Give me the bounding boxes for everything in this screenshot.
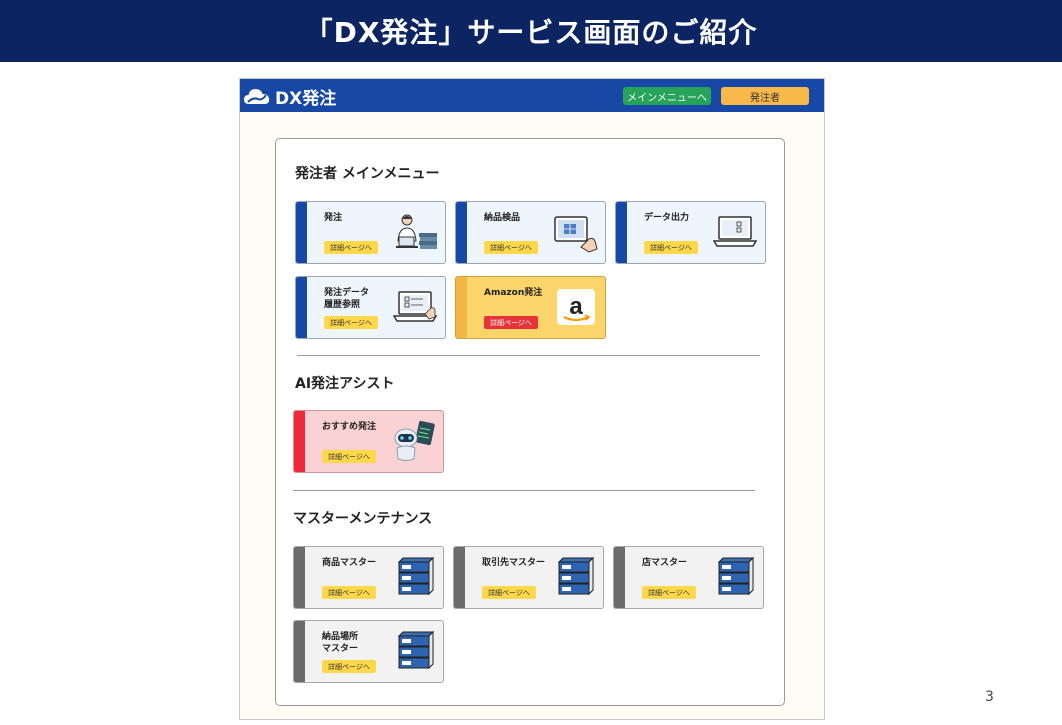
card-accent-bar	[614, 547, 625, 608]
slide-header: 「DX発注」サービス画面のご紹介	[0, 0, 1062, 62]
menu-card-supplier-master[interactable]: 取引先マスター 詳細ページへ	[453, 546, 604, 609]
section-heading-master-maintenance: マスターメンテナンス	[293, 511, 433, 527]
card-accent-bar	[294, 411, 305, 472]
card-title: 店マスター	[642, 558, 688, 568]
section-heading-ai-assist: AI発注アシスト	[295, 376, 395, 392]
card-title: Amazon発注	[484, 288, 543, 298]
page-number: 3	[985, 689, 994, 705]
card-title: 取引先マスター	[482, 558, 546, 568]
app-topbar: DX発注 メインメニューへ 発注者	[240, 79, 824, 112]
detail-button[interactable]: 詳細ページへ	[484, 316, 538, 329]
server-icon	[397, 630, 435, 670]
card-accent-bar	[456, 202, 467, 263]
amazon-logo-icon: a	[557, 289, 595, 325]
menu-card-order[interactable]: 発注 詳細ページへ	[295, 201, 446, 264]
detail-button[interactable]: 詳細ページへ	[322, 450, 376, 463]
cloud-logo-icon	[244, 89, 270, 104]
server-icon	[557, 556, 595, 596]
main-menu-button[interactable]: メインメニューへ	[623, 87, 711, 105]
card-accent-bar	[294, 621, 305, 682]
card-accent-bar	[296, 202, 307, 263]
menu-card-store-master[interactable]: 店マスター 詳細ページへ	[613, 546, 764, 609]
laptop-history-icon	[393, 291, 438, 322]
card-accent-bar	[296, 277, 307, 338]
detail-button[interactable]: 詳細ページへ	[324, 241, 378, 254]
server-icon	[397, 556, 435, 596]
laptop-export-icon	[713, 216, 758, 247]
detail-button[interactable]: 詳細ページへ	[324, 316, 378, 329]
detail-button[interactable]: 詳細ページへ	[482, 586, 536, 599]
tablet-inspection-icon	[554, 216, 598, 253]
card-title: 納品検品	[484, 213, 521, 223]
menu-card-order-history[interactable]: 発注データ 履歴参照 詳細ページへ	[295, 276, 446, 339]
server-icon	[717, 556, 755, 596]
card-accent-bar	[454, 547, 465, 608]
svg-text:a: a	[569, 293, 583, 320]
detail-button[interactable]: 詳細ページへ	[322, 586, 376, 599]
menu-card-amazon-order[interactable]: Amazon発注 詳細ページへ a	[455, 276, 606, 339]
robot-icon	[394, 420, 435, 461]
brand-name: DX発注	[275, 89, 337, 109]
card-title: 発注データ 履歴参照	[324, 288, 370, 310]
menu-card-product-master[interactable]: 商品マスター 詳細ページへ	[293, 546, 444, 609]
section-heading-orderer-menu: 発注者 メインメニュー	[295, 166, 440, 182]
detail-button[interactable]: 詳細ページへ	[644, 241, 698, 254]
card-accent-bar	[456, 277, 467, 338]
menu-card-delivery-location-master[interactable]: 納品場所 マスター 詳細ページへ	[293, 620, 444, 683]
card-accent-bar	[616, 202, 627, 263]
menu-card-recommended-order[interactable]: おすすめ発注 詳細ページへ	[293, 410, 444, 473]
card-title: データ出力	[644, 213, 690, 223]
slide-title: 「DX発注」サービス画面のご紹介	[304, 16, 758, 49]
section-divider	[293, 490, 755, 491]
card-title: 商品マスター	[322, 558, 377, 568]
app-window: DX発注 メインメニューへ 発注者 発注者 メインメニュー 発注 詳細ページへ	[239, 78, 825, 720]
orderer-button[interactable]: 発注者	[721, 87, 809, 105]
detail-button[interactable]: 詳細ページへ	[322, 660, 376, 673]
card-accent-bar	[294, 547, 305, 608]
card-title: 発注	[324, 213, 343, 223]
person-at-laptop-icon	[396, 214, 437, 249]
card-title: おすすめ発注	[322, 422, 377, 432]
card-title: 納品場所 マスター	[322, 632, 359, 654]
main-panel: 発注者 メインメニュー 発注 詳細ページへ 納品検品 詳細ページへ データ出力 …	[275, 138, 785, 706]
detail-button[interactable]: 詳細ページへ	[642, 586, 696, 599]
detail-button[interactable]: 詳細ページへ	[484, 241, 538, 254]
menu-card-data-export[interactable]: データ出力 詳細ページへ	[615, 201, 766, 264]
section-divider	[297, 355, 760, 356]
menu-card-delivery-inspection[interactable]: 納品検品 詳細ページへ	[455, 201, 606, 264]
